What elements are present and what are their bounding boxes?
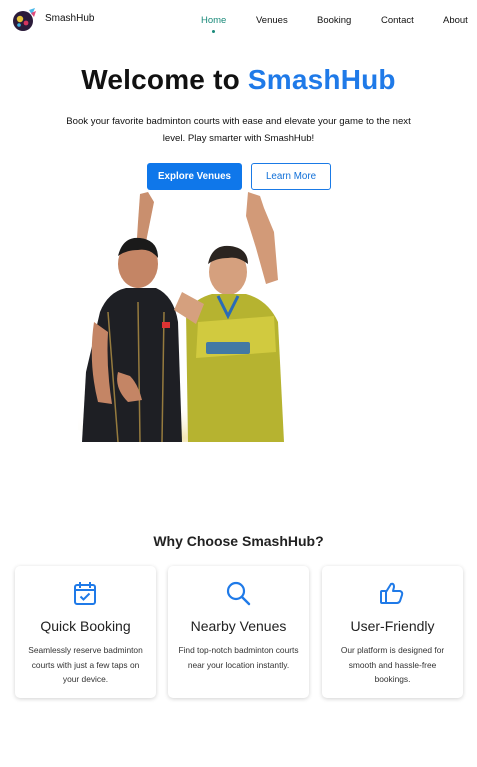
learn-more-button[interactable]: Learn More	[251, 163, 331, 190]
nav-link-about[interactable]: About	[443, 15, 468, 26]
thumbs-up-icon	[380, 582, 404, 604]
hero-players-image	[78, 192, 288, 442]
nav-link-home[interactable]: Home	[201, 15, 226, 26]
brand-name[interactable]: SmashHub	[45, 13, 94, 24]
hero-title-accent: SmashHub	[247, 64, 396, 95]
nav-link-booking[interactable]: Booking	[317, 15, 351, 26]
feature-card-nearby-venues: Nearby Venues Find top-notch badminton c…	[168, 566, 309, 698]
nav-link-venues[interactable]: Venues	[256, 15, 288, 26]
feature-card-title: User-Friendly	[350, 618, 435, 634]
navbar: SmashHub Home Venues Booking Contact Abo…	[0, 0, 477, 42]
features-title: Why Choose SmashHub?	[153, 533, 324, 549]
feature-card-desc: Our platform is designed for smooth and …	[340, 645, 445, 684]
feature-card-title: Nearby Venues	[190, 618, 287, 634]
feature-card-desc: Find top-notch badminton courts near you…	[178, 645, 299, 670]
calendar-check-icon	[74, 582, 96, 605]
feature-card-user-friendly: User-Friendly Our platform is designed f…	[322, 566, 463, 698]
feature-card-quick-booking: Quick Booking Seamlessly reserve badmint…	[15, 566, 156, 698]
explore-venues-button[interactable]: Explore Venues	[147, 163, 242, 190]
hero-title: Welcome to SmashHub	[0, 64, 477, 96]
hero-subtitle: Book your favorite badminton courts with…	[66, 116, 411, 144]
feature-card-title: Quick Booking	[40, 618, 131, 634]
active-indicator	[212, 30, 215, 33]
nav-link-contact[interactable]: Contact	[381, 15, 414, 26]
search-icon	[226, 581, 251, 606]
hero-title-prefix: Welcome to	[81, 64, 240, 95]
smashhub-logo-icon[interactable]	[11, 7, 37, 33]
feature-card-desc: Seamlessly reserve badminton courts with…	[28, 645, 143, 684]
